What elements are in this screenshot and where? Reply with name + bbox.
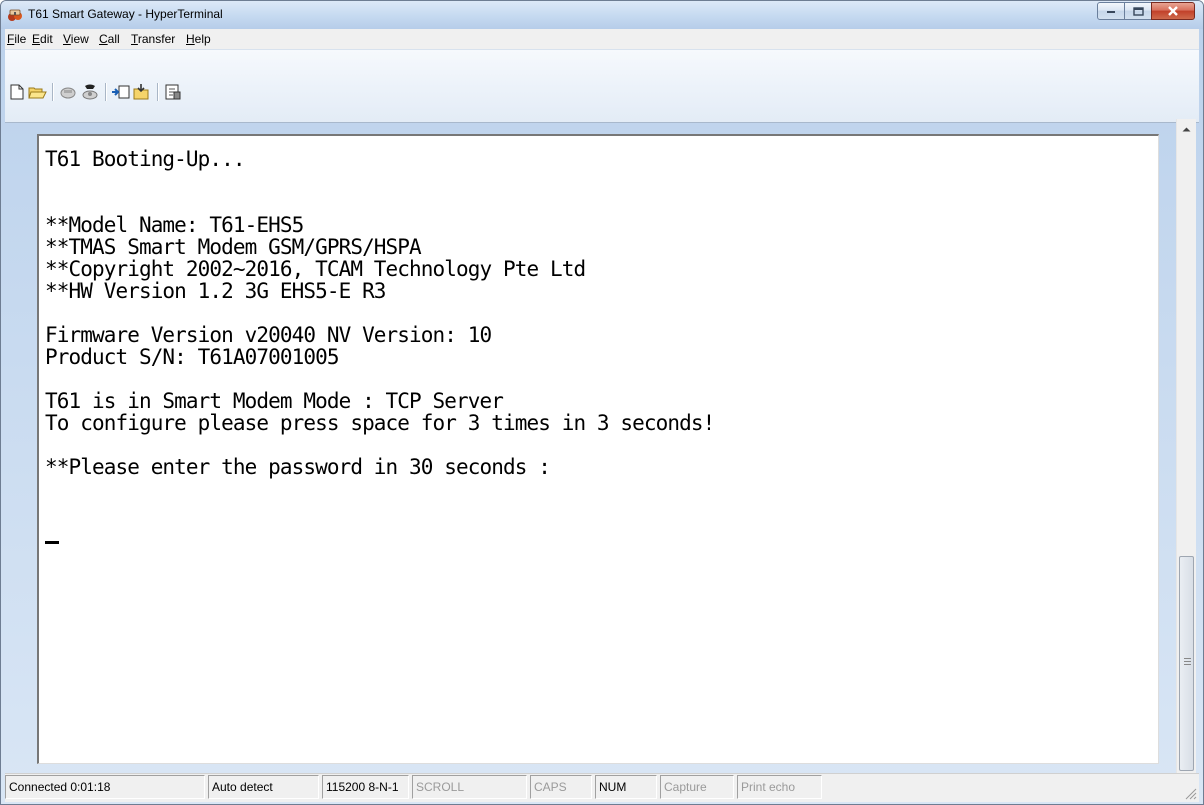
send-icon[interactable] <box>111 83 131 101</box>
vertical-scrollbar[interactable] <box>1176 119 1196 791</box>
status-num: NUM <box>595 775 657 799</box>
menu-call[interactable]: Call <box>99 32 120 46</box>
properties-icon[interactable] <box>163 83 183 101</box>
status-connected: Connected 0:01:18 <box>5 775 205 799</box>
close-button[interactable] <box>1151 2 1195 20</box>
terminal-line: **Please enter the password in 30 second… <box>45 455 551 479</box>
hyperterminal-app-icon[interactable] <box>7 7 23 23</box>
scrollbar-thumb[interactable] <box>1179 556 1194 771</box>
minimize-button[interactable] <box>1097 2 1125 20</box>
menu-edit[interactable]: Edit <box>32 32 53 46</box>
receive-icon[interactable] <box>132 83 152 101</box>
terminal-line: **Model Name: T61-EHS5 <box>45 213 304 237</box>
dial-icon[interactable] <box>80 83 100 101</box>
close-icon <box>1168 6 1178 16</box>
menu-transfer[interactable]: Transfer <box>131 32 175 46</box>
terminal-line: T61 Booting-Up... <box>45 147 246 171</box>
open-icon[interactable] <box>27 83 47 101</box>
terminal-screen[interactable]: T61 Booting-Up... **Model Name: T61-EHS5 *… <box>37 134 1159 764</box>
status-detect: Auto detect <box>208 775 319 799</box>
new-connection-icon[interactable] <box>7 83 27 101</box>
terminal-line: **TMAS Smart Modem GSM/GPRS/HSPA <box>45 235 422 259</box>
text-cursor <box>45 541 59 544</box>
menu-file[interactable]: File <box>7 32 26 46</box>
menu-help[interactable]: Help <box>186 32 211 46</box>
thumb-grip <box>1184 658 1191 659</box>
toolbar-separator <box>52 83 54 101</box>
thumb-grip <box>1184 661 1191 662</box>
toolbar-separator <box>105 83 107 101</box>
disconnect-icon[interactable] <box>58 83 78 101</box>
window-title: T61 Smart Gateway - HyperTerminal <box>28 7 223 21</box>
status-bar: Connected 0:01:18 Auto detect 115200 8-N… <box>5 773 1199 802</box>
terminal-line: T61 is in Smart Modem Mode : TCP Server <box>45 389 504 413</box>
terminal-line: **HW Version 1.2 3G EHS5-E R3 <box>45 279 386 303</box>
status-scroll: SCROLL <box>412 775 527 799</box>
thumb-grip <box>1184 664 1191 665</box>
status-capture: Capture <box>660 775 734 799</box>
status-print-echo: Print echo <box>737 775 822 799</box>
terminal-line: **Copyright 2002~2016, TCAM Technology P… <box>45 257 586 281</box>
status-caps: CAPS <box>530 775 592 799</box>
minimize-icon <box>1107 11 1115 13</box>
terminal-line: To configure please press space for 3 ti… <box>45 411 715 435</box>
menu-view[interactable]: View <box>63 32 89 46</box>
toolbar <box>5 49 1199 123</box>
toolbar-separator <box>157 83 159 101</box>
terminal-line: Firmware Version v20040 NV Version: 10 <box>45 323 492 347</box>
hyperterminal-window: T61 Smart Gateway - HyperTerminal File E… <box>0 0 1204 805</box>
window-controls <box>1097 2 1195 20</box>
scroll-up-button[interactable] <box>1177 121 1196 138</box>
status-port-settings: 115200 8-N-1 <box>322 775 409 799</box>
terminal-line: Product S/N: T61A07001005 <box>45 345 339 369</box>
resize-grip-icon[interactable] <box>1183 786 1197 800</box>
maximize-icon <box>1132 6 1144 16</box>
title-bar[interactable]: T61 Smart Gateway - HyperTerminal <box>1 1 1203 29</box>
chevron-up-icon <box>1182 127 1191 132</box>
maximize-button[interactable] <box>1124 2 1152 20</box>
menu-bar: File Edit View Call Transfer Help <box>5 29 1199 49</box>
